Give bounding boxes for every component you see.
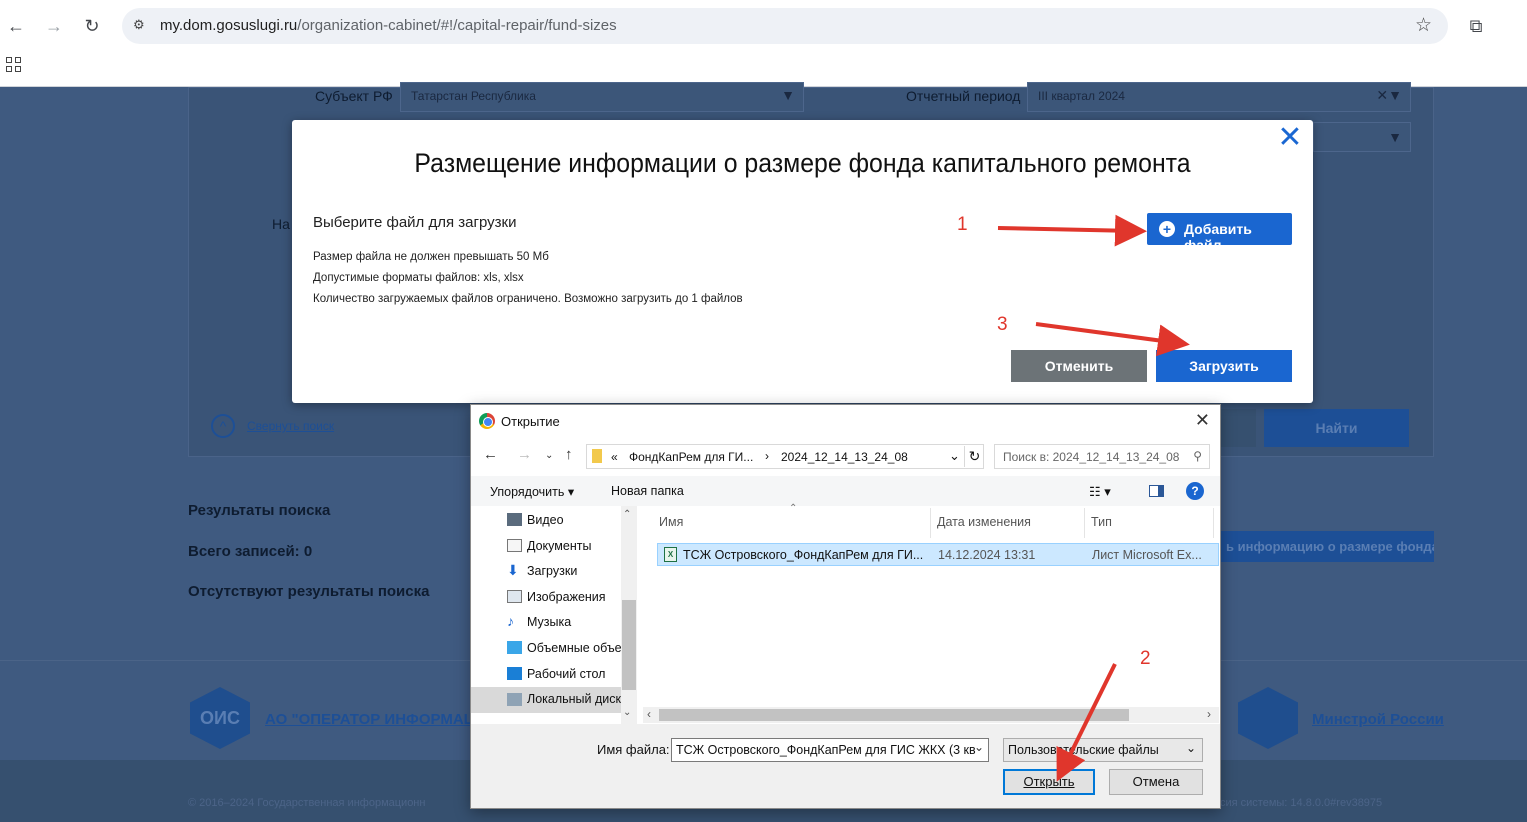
annotation-arrows bbox=[997, 214, 1190, 782]
arrow-1 bbox=[997, 214, 1147, 247]
arrow-3 bbox=[1035, 322, 1190, 357]
arrow-2 bbox=[1056, 663, 1117, 782]
